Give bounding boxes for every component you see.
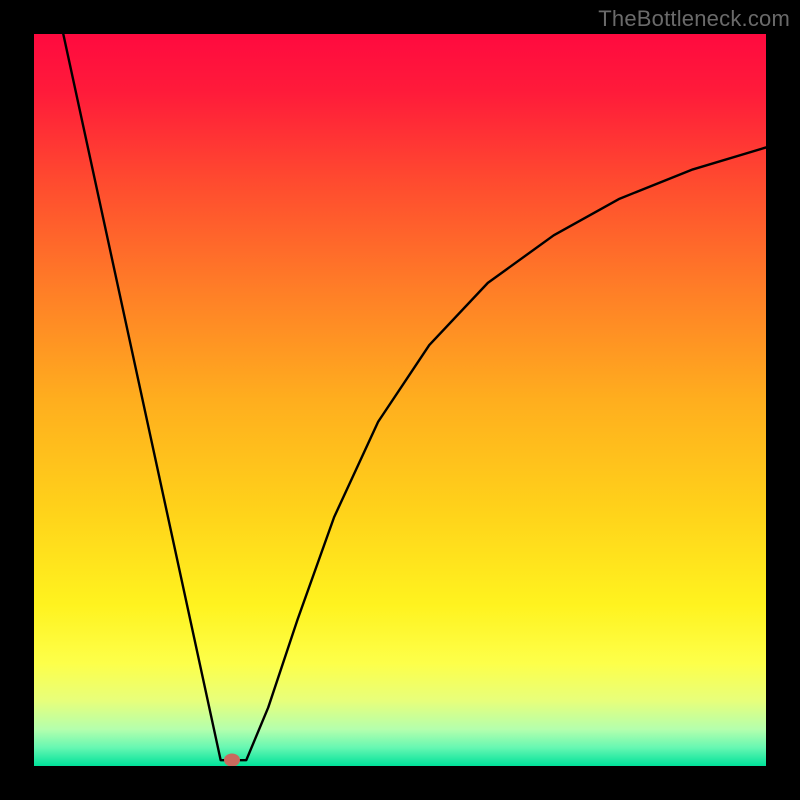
watermark-text: TheBottleneck.com — [598, 6, 790, 32]
optimal-point-marker — [224, 754, 240, 766]
bottleneck-curve — [34, 34, 766, 766]
chart-frame: TheBottleneck.com — [0, 0, 800, 800]
plot-area — [34, 34, 766, 766]
